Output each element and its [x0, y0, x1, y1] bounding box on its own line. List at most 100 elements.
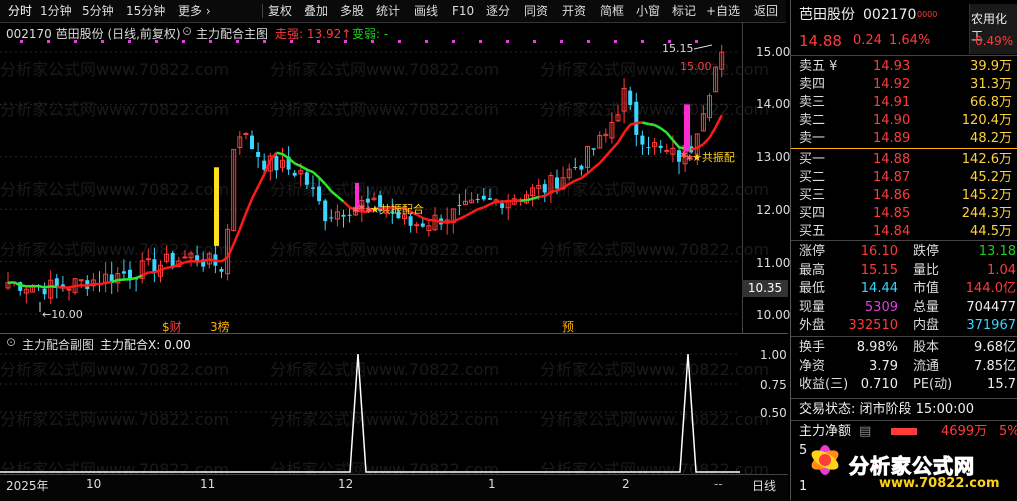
ma-line-segment — [447, 221, 453, 222]
period-tab-5min[interactable]: 5分钟 — [82, 3, 114, 19]
ma-line-segment — [344, 202, 350, 208]
bid-row[interactable]: 买五 14.84 44.5万 — [791, 223, 1017, 241]
ask-row[interactable]: 卖二 14.90 120.4万 — [791, 112, 1017, 130]
btn-small-window[interactable]: 小窗 — [636, 3, 660, 19]
ask-row[interactable]: 卖一 14.89 48.2万 — [791, 130, 1017, 148]
ma-line-segment — [551, 190, 557, 192]
ask-row[interactable]: 卖三 14.91 66.8万 — [791, 94, 1017, 112]
sub-signal-line — [0, 354, 740, 472]
candle-body — [293, 173, 297, 176]
ma-line-segment — [697, 144, 703, 148]
signal-dot — [533, 40, 536, 43]
ma-line-segment — [581, 173, 587, 178]
ma-line-segment — [636, 123, 642, 124]
period-label[interactable]: 日线 — [752, 477, 776, 494]
candle-body — [421, 223, 425, 226]
ma-line-segment — [215, 261, 221, 262]
btn-f10[interactable]: F10 — [452, 3, 474, 19]
btn-multi[interactable]: 多股 — [340, 3, 364, 19]
signal-dot — [47, 40, 50, 43]
candle-body — [146, 259, 150, 260]
ma-line-segment — [118, 279, 124, 280]
candle-body — [183, 257, 187, 258]
ma-line-segment — [533, 197, 539, 199]
period-tab-1min[interactable]: 1分钟 — [40, 3, 72, 19]
ma-line-segment — [331, 191, 337, 196]
table-icon[interactable]: ▤ — [859, 423, 871, 441]
btn-tick[interactable]: 逐分 — [486, 3, 510, 19]
btn-mark[interactable]: 标记 — [672, 3, 696, 19]
time-tick: -- — [714, 477, 723, 491]
candle-body — [647, 147, 651, 148]
ask-row[interactable]: 卖五 ¥ 14.93 39.9万 — [791, 58, 1017, 76]
ma-line-segment — [655, 125, 661, 128]
ma-line-segment — [691, 148, 697, 150]
candle-body — [171, 253, 175, 267]
btn-add-watchlist[interactable]: +自选 — [706, 3, 740, 19]
signal-dot — [290, 40, 293, 43]
candle-body — [628, 91, 632, 105]
btn-simple[interactable]: 简框 — [600, 3, 624, 19]
ma-line-segment — [337, 196, 343, 201]
toolbar: 分时 1分钟 5分钟 15分钟 更多 › 复权 叠加 多股 统计 画线 F10 … — [0, 0, 786, 23]
ma-line-segment — [57, 287, 63, 288]
candle-body — [573, 167, 577, 168]
signal-dot — [560, 40, 563, 43]
signal-dot — [398, 40, 401, 43]
btn-back[interactable]: 返回 — [754, 3, 778, 19]
ma-line-segment — [624, 125, 630, 133]
signal-dot — [452, 40, 455, 43]
ma-line-segment — [295, 163, 301, 166]
ma-line-segment — [203, 259, 209, 260]
period-tab-more[interactable]: 更多 › — [178, 3, 211, 19]
stat-row: 外盘 332510 内盘 371967 — [791, 317, 1017, 335]
sub-indicator-dropdown-icon[interactable]: ⊙ — [6, 335, 16, 349]
ma-line-segment — [502, 201, 508, 202]
btn-overlay[interactable]: 叠加 — [304, 3, 328, 19]
candle-body — [409, 216, 413, 226]
stat-row: 最低 14.44 市值 144.0亿 — [791, 280, 1017, 298]
period-tab-15min[interactable]: 15分钟 — [126, 3, 165, 19]
ma-line-segment — [283, 154, 289, 158]
ma-line-segment — [630, 123, 636, 124]
candle-body — [543, 184, 547, 192]
ask-row[interactable]: 卖四 14.92 31.3万 — [791, 76, 1017, 94]
y-tick: 14.00 — [756, 97, 790, 111]
bid-row[interactable]: 买一 14.88 142.6万 — [791, 151, 1017, 169]
kline-chart[interactable]: ✱✱✱✱✱★共振配合★共振配15.1515.00←10.00 — [0, 40, 740, 332]
bid-row[interactable]: 买三 14.86 145.2万 — [791, 187, 1017, 205]
bid-row[interactable]: 买二 14.87 45.2万 — [791, 169, 1017, 187]
btn-adjust[interactable]: 复权 — [268, 3, 292, 19]
indicator-dropdown-icon[interactable]: ⊙ — [182, 24, 192, 38]
ma-line-segment — [167, 267, 173, 268]
signal-dot — [20, 40, 23, 43]
btn-stats[interactable]: 统计 — [376, 3, 400, 19]
candle-body — [555, 177, 559, 188]
ma-line-segment — [618, 133, 624, 143]
signal-dot — [182, 40, 185, 43]
btn-same-capital[interactable]: 同资 — [524, 3, 548, 19]
ma-line-segment — [313, 172, 319, 178]
ma-line-segment — [478, 207, 484, 209]
candle-body — [482, 196, 486, 200]
sub-chart[interactable] — [0, 348, 740, 474]
ma-line-segment — [649, 124, 655, 125]
ma-line-segment — [484, 204, 490, 207]
ma-line-segment — [252, 187, 258, 199]
high-price-label: 15.00 — [680, 60, 712, 73]
sub-y-tick: 0.50 — [760, 406, 787, 420]
stock-name: 芭田股份 — [799, 6, 855, 24]
signal-dot — [209, 40, 212, 43]
candle-body — [592, 148, 596, 150]
period-tab-intraday[interactable]: 分时 — [8, 3, 32, 19]
btn-open-capital[interactable]: 开资 — [562, 3, 586, 19]
ma-line-segment — [429, 220, 435, 221]
ma-line-segment — [423, 218, 429, 220]
bid-row[interactable]: 买四 14.85 244.3万 — [791, 205, 1017, 223]
ma-line-segment — [185, 261, 191, 262]
sub-y-tick: 1.00 — [760, 348, 787, 362]
time-tick: 2 — [622, 477, 630, 491]
signal-dot — [128, 40, 131, 43]
ma-line-segment — [459, 216, 465, 219]
btn-draw[interactable]: 画线 — [414, 3, 438, 19]
